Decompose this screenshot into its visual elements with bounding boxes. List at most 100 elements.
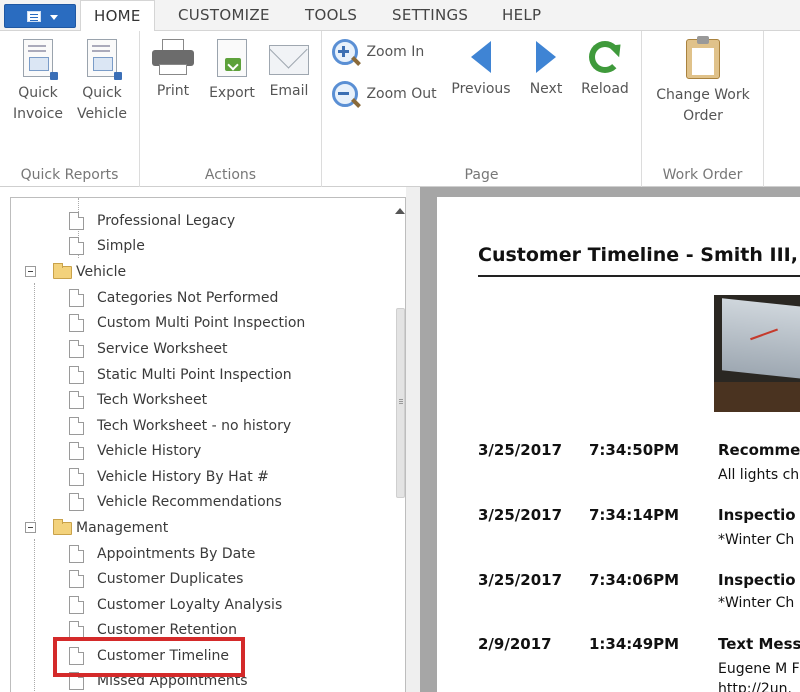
page-icon (69, 340, 84, 358)
reload-button[interactable]: Reload (578, 39, 632, 100)
grip-icon (399, 399, 403, 400)
tab-tools[interactable]: TOOLS (305, 0, 357, 31)
page-icon (69, 314, 84, 332)
group-actions: Print Export Email Actions (140, 31, 322, 187)
reload-icon (589, 41, 621, 73)
group-quick-reports: Quick Invoice Quick Vehicle Quick Report… (0, 31, 140, 187)
entry-heading: Inspectio (718, 506, 796, 524)
tab-home[interactable]: HOME (80, 0, 155, 32)
next-page-button[interactable]: Next (524, 39, 568, 100)
scroll-up-arrow-icon[interactable] (395, 208, 405, 214)
group-label-page: Page (464, 167, 499, 183)
panel-splitter[interactable] (406, 187, 420, 692)
collapse-icon[interactable] (25, 266, 36, 277)
tab-help[interactable]: HELP (502, 0, 541, 31)
entry-date: 3/25/2017 (478, 571, 563, 589)
invoice-report-icon (23, 39, 58, 80)
entry-time: 7:34:50PM (589, 441, 680, 459)
chevron-down-icon (50, 15, 58, 20)
page-icon (69, 366, 84, 384)
tab-settings[interactable]: SETTINGS (392, 0, 468, 31)
print-button[interactable]: Print (148, 39, 198, 102)
entry-time: 7:34:14PM (589, 506, 680, 524)
zoom-out-label: Zoom Out (366, 85, 437, 102)
entry-heading: Inspectio (718, 571, 796, 589)
group-label-actions: Actions (204, 167, 257, 183)
change-work-order-button[interactable]: Change Work Order (650, 36, 756, 127)
zoom-out-button[interactable]: Zoom Out (332, 81, 437, 108)
tree-folder-management[interactable]: Management (25, 517, 245, 539)
tree-item-label: Static Multi Point Inspection (97, 367, 292, 383)
page-icon (69, 596, 84, 614)
entry-date: 3/25/2017 (478, 506, 563, 524)
entry-heading: Recomme (718, 441, 800, 459)
tree-folder-vehicle[interactable]: Vehicle (25, 261, 225, 283)
email-button[interactable]: Email (264, 39, 314, 102)
tree-folder-label: Management (76, 520, 169, 536)
zoom-in-icon (332, 39, 361, 66)
change-work-order-label: Change Work (656, 87, 750, 103)
clipboard-icon (686, 36, 720, 79)
group-page: Zoom In Zoom Out Previous Next Reload Pa… (322, 31, 642, 187)
title-rule (478, 275, 800, 277)
tree-scrollbar[interactable] (394, 198, 405, 692)
next-label: Next (529, 81, 563, 97)
zoom-in-button[interactable]: Zoom In (332, 39, 424, 66)
folder-icon (53, 263, 72, 279)
application-menu-button[interactable] (4, 4, 76, 28)
tree-item-label: Vehicle History By Hat # (97, 469, 269, 485)
tree-item-label: Simple (97, 238, 145, 254)
tree-item-label: Appointments By Date (97, 546, 256, 562)
entry-text: All lights ch (718, 467, 800, 483)
ribbon: Quick Invoice Quick Vehicle Quick Report… (0, 31, 800, 187)
tree-item-label: Service Worksheet (97, 341, 228, 357)
vehicle-photo (714, 295, 800, 412)
page-icon (69, 417, 84, 435)
quick-invoice-button[interactable]: Quick Invoice (8, 39, 68, 125)
group-work-order: Change Work Order Work Order (642, 31, 764, 187)
export-label: Export (209, 85, 255, 101)
export-button[interactable]: Export (204, 39, 260, 104)
print-label: Print (156, 83, 190, 99)
ribbon-tab-bar: HOME CUSTOMIZE TOOLS SETTINGS HELP (0, 0, 800, 32)
quick-invoice-label-2: Invoice (12, 106, 64, 122)
folder-icon (53, 519, 72, 535)
envelope-icon (269, 45, 309, 75)
report-title: Customer Timeline - Smith III, (478, 244, 798, 266)
entry-date: 2/9/2017 (478, 635, 552, 653)
tab-customize[interactable]: CUSTOMIZE (178, 0, 270, 31)
page-icon (69, 237, 84, 255)
tree-folder-label: Vehicle (76, 264, 127, 280)
entry-text-2: http://2un. (718, 681, 792, 692)
quick-vehicle-button[interactable]: Quick Vehicle (72, 39, 132, 125)
page-icon (69, 468, 84, 486)
report-preview-pane: Customer Timeline - Smith III, 3/25/2017… (420, 187, 800, 692)
entry-text: Eugene M F (718, 661, 800, 677)
page-icon (69, 391, 84, 409)
tree-item-label: Categories Not Performed (97, 290, 279, 306)
tree-item-label: Customer Duplicates (97, 571, 244, 587)
quick-vehicle-label-2: Vehicle (76, 106, 128, 122)
page-icon (69, 289, 84, 307)
zoom-out-icon (332, 81, 361, 108)
previous-page-button[interactable]: Previous (448, 39, 514, 100)
printer-icon (152, 39, 194, 75)
page-icon (69, 442, 84, 460)
entry-text: *Winter Ch (718, 595, 795, 611)
collapse-icon[interactable] (25, 522, 36, 533)
group-label-quick-reports: Quick Reports (20, 167, 119, 183)
entry-text: *Winter Ch (718, 532, 795, 548)
arrow-left-icon (471, 41, 491, 73)
email-label: Email (269, 83, 309, 99)
page-icon (69, 493, 84, 511)
tree-item-label: Customer Loyalty Analysis (97, 597, 283, 613)
previous-label: Previous (451, 81, 511, 97)
reload-label: Reload (581, 81, 629, 97)
report-tree: Professional Legacy Simple Vehicle Categ… (10, 197, 406, 692)
scroll-thumb[interactable] (396, 308, 405, 498)
quick-invoice-label: Quick (18, 85, 58, 101)
quick-vehicle-label: Quick (82, 85, 122, 101)
entry-date: 3/25/2017 (478, 441, 563, 459)
tree-item-label: Vehicle Recommendations (97, 494, 282, 510)
page-icon (69, 212, 84, 230)
